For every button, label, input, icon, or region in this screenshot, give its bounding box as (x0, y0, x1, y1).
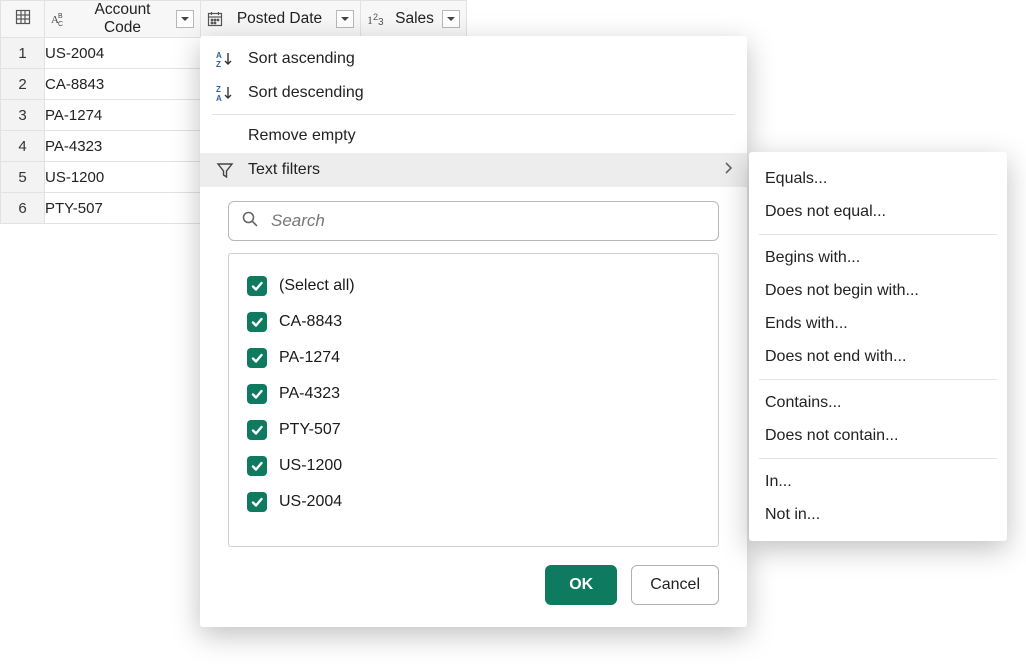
filter-dropdown-panel: AZ Sort ascending ZA Sort descending Rem… (200, 36, 747, 627)
search-input-wrapper[interactable] (228, 201, 719, 241)
grid-corner[interactable] (1, 1, 45, 38)
filter-value-row[interactable]: CA-8843 (247, 304, 700, 340)
filter-in[interactable]: In... (749, 465, 1007, 498)
cell-account-code[interactable]: US-1200 (45, 162, 201, 193)
number-type-icon: 123 (367, 11, 387, 27)
filter-value-row[interactable]: PTY-507 (247, 412, 700, 448)
sort-asc-icon: AZ (214, 50, 236, 68)
checkbox-checked-icon[interactable] (247, 276, 267, 296)
remove-empty[interactable]: Remove empty (200, 119, 747, 153)
cell-account-code[interactable]: PTY-507 (45, 193, 201, 224)
column-header-sales[interactable]: 123 Sales (361, 1, 467, 38)
text-filters-submenu: Equals... Does not equal... Begins with.… (749, 152, 1007, 541)
filter-begins-with[interactable]: Begins with... (749, 241, 1007, 274)
row-number: 2 (1, 69, 45, 100)
column-filter-button[interactable] (442, 10, 460, 28)
menu-label: Text filters (248, 161, 320, 179)
cancel-button[interactable]: Cancel (631, 565, 719, 605)
value-label: PA-4323 (279, 385, 340, 403)
filter-value-row[interactable]: PA-1274 (247, 340, 700, 376)
column-header-account-code[interactable]: ABC Account Code (45, 1, 201, 38)
menu-label: Sort descending (248, 84, 364, 102)
column-label: Sales (393, 10, 436, 28)
cell-account-code[interactable]: CA-8843 (45, 69, 201, 100)
cell-account-code[interactable]: US-2004 (45, 38, 201, 69)
menu-separator (759, 458, 997, 459)
row-number: 6 (1, 193, 45, 224)
date-type-icon (207, 11, 223, 27)
value-label: PTY-507 (279, 421, 341, 439)
filter-equals[interactable]: Equals... (749, 162, 1007, 195)
menu-label: Sort ascending (248, 50, 355, 68)
text-filters[interactable]: Text filters (200, 153, 747, 187)
cell-account-code[interactable]: PA-1274 (45, 100, 201, 131)
filter-value-row[interactable]: US-1200 (247, 448, 700, 484)
value-label: (Select all) (279, 277, 355, 295)
row-number: 4 (1, 131, 45, 162)
cell-account-code[interactable]: PA-4323 (45, 131, 201, 162)
checkbox-checked-icon[interactable] (247, 456, 267, 476)
filter-does-not-end-with[interactable]: Does not end with... (749, 340, 1007, 373)
column-filter-button[interactable] (176, 10, 194, 28)
caret-down-icon (340, 14, 350, 24)
svg-text:C: C (58, 21, 63, 28)
checkbox-checked-icon[interactable] (247, 384, 267, 404)
checkbox-checked-icon[interactable] (247, 312, 267, 332)
filter-icon (214, 161, 236, 179)
filter-value-row[interactable]: PA-4323 (247, 376, 700, 412)
value-label: PA-1274 (279, 349, 340, 367)
sort-ascending[interactable]: AZ Sort ascending (200, 42, 747, 76)
filter-does-not-equal[interactable]: Does not equal... (749, 195, 1007, 228)
svg-text:Z: Z (216, 60, 221, 68)
menu-label: Remove empty (248, 127, 356, 145)
checkbox-checked-icon[interactable] (247, 420, 267, 440)
filter-not-in[interactable]: Not in... (749, 498, 1007, 531)
checkbox-checked-icon[interactable] (247, 492, 267, 512)
svg-text:B: B (58, 13, 63, 20)
caret-down-icon (180, 14, 190, 24)
checkbox-checked-icon[interactable] (247, 348, 267, 368)
row-number: 1 (1, 38, 45, 69)
row-number: 3 (1, 100, 45, 131)
menu-separator (212, 114, 735, 115)
value-label: CA-8843 (279, 313, 342, 331)
filter-does-not-contain[interactable]: Does not contain... (749, 419, 1007, 452)
filter-value-row[interactable]: US-2004 (247, 484, 700, 520)
menu-separator (759, 234, 997, 235)
ok-button[interactable]: OK (545, 565, 617, 605)
caret-down-icon (446, 14, 456, 24)
search-icon (241, 210, 259, 233)
column-header-posted-date[interactable]: Posted Date (201, 1, 361, 38)
text-type-icon: ABC (51, 10, 69, 28)
chevron-right-icon (723, 161, 733, 180)
svg-text:3: 3 (378, 17, 384, 27)
menu-separator (759, 379, 997, 380)
sort-descending[interactable]: ZA Sort descending (200, 76, 747, 110)
svg-text:Z: Z (216, 85, 221, 94)
search-input[interactable] (269, 210, 706, 232)
sort-desc-icon: ZA (214, 84, 236, 102)
column-label: Account Code (75, 1, 170, 37)
filter-ends-with[interactable]: Ends with... (749, 307, 1007, 340)
column-label: Posted Date (229, 10, 330, 28)
table-icon (15, 9, 31, 25)
filter-contains[interactable]: Contains... (749, 386, 1007, 419)
value-label: US-2004 (279, 493, 342, 511)
column-filter-button[interactable] (336, 10, 354, 28)
value-label: US-1200 (279, 457, 342, 475)
svg-text:A: A (216, 94, 222, 102)
select-all-row[interactable]: (Select all) (247, 268, 700, 304)
filter-does-not-begin-with[interactable]: Does not begin with... (749, 274, 1007, 307)
filter-values-list: (Select all) CA-8843 PA-1274 PA-4323 PTY… (228, 253, 719, 547)
svg-text:A: A (216, 51, 222, 60)
row-number: 5 (1, 162, 45, 193)
